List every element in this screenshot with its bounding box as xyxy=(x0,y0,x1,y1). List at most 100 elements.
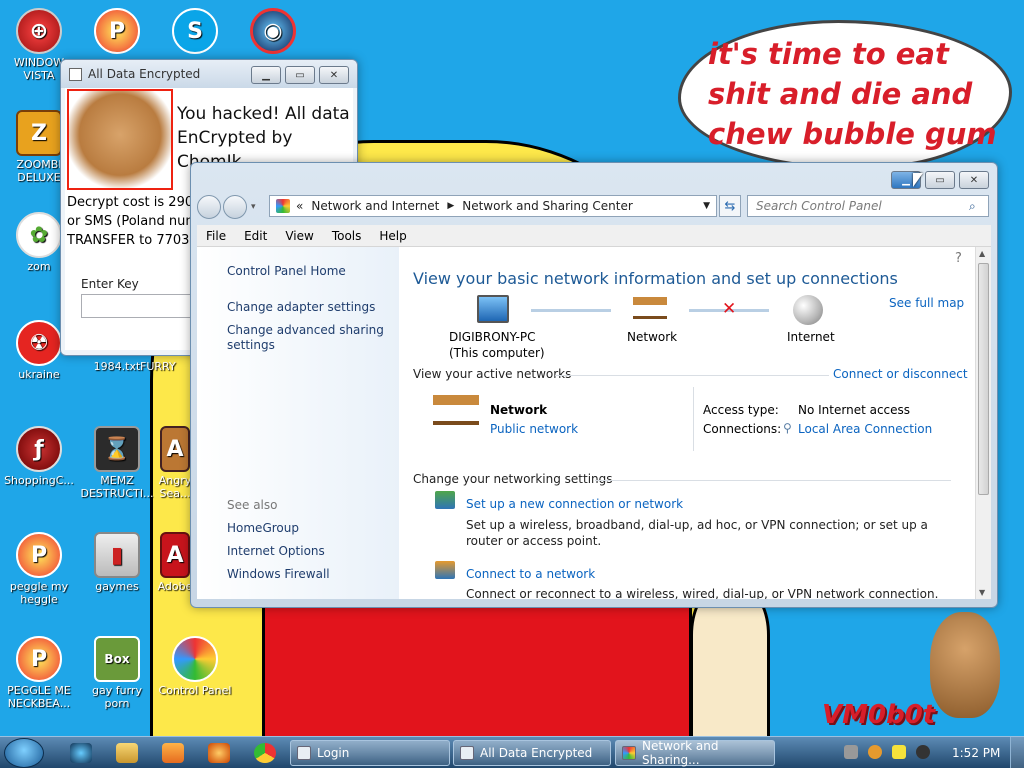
bench-icon[interactable] xyxy=(633,297,667,319)
address-root[interactable]: « xyxy=(296,199,303,213)
media-player-icon[interactable] xyxy=(162,743,184,763)
scroll-up-arrow-icon[interactable]: ▲ xyxy=(979,249,985,258)
ransom-body-line: Decrypt cost is 2900 xyxy=(67,195,202,210)
desktop-icon-gay-furry[interactable]: Box gay furry porn xyxy=(79,636,155,710)
desktop-icon-control-panel[interactable]: Control Panel xyxy=(157,636,233,697)
back-button[interactable] xyxy=(197,195,221,219)
map-pc-name: DIGIBRONY-PC xyxy=(449,330,536,344)
app-icon[interactable] xyxy=(208,743,230,763)
taskbar: Login All Data Encrypted Network and Sha… xyxy=(0,736,1024,768)
chrome-icon[interactable] xyxy=(254,743,276,763)
desktop-icon-label: Control Panel xyxy=(158,684,232,697)
desktop-icon-memz[interactable]: ⌛ MEMZ DESTRUCTI... xyxy=(79,426,155,500)
desktop-icon-shopping[interactable]: ƒ ShoppingC... xyxy=(1,426,77,487)
forward-button[interactable] xyxy=(223,195,247,219)
desktop-icon-label: peggle my heggle xyxy=(9,580,69,606)
menu-view[interactable]: View xyxy=(276,229,322,243)
tray-volume-icon[interactable] xyxy=(916,745,930,759)
change-advanced-sharing-link[interactable]: Change advanced sharing settings xyxy=(227,323,387,353)
search-input[interactable]: Search Control Panel xyxy=(747,195,989,217)
show-desktop-button[interactable] xyxy=(1010,737,1024,768)
taskbar-login-button[interactable]: Login xyxy=(290,740,450,766)
internet-globe-icon[interactable] xyxy=(793,295,823,325)
address-dropdown-icon[interactable]: ▼ xyxy=(703,201,710,211)
desktop-icon-label: PEGGLE ME NECKBEA... xyxy=(7,684,71,710)
globe-icon: ◉ xyxy=(250,8,296,54)
close-button[interactable]: ✕ xyxy=(319,66,349,84)
local-area-connection-link[interactable]: Local Area Connection xyxy=(798,422,932,436)
peggle-icon: P xyxy=(94,8,140,54)
refresh-button[interactable]: ⇆ xyxy=(719,195,741,217)
desktop-icon-gaymes[interactable]: ▮ gaymes xyxy=(79,532,155,593)
desktop-icon-furry[interactable]: FURRY xyxy=(140,360,192,373)
taskbar-network-button[interactable]: Network and Sharing... xyxy=(615,739,775,767)
network-icon xyxy=(622,746,636,760)
skype-icon: S xyxy=(172,8,218,54)
desktop-icon-peggle-neckbeard[interactable]: P PEGGLE ME NECKBEA... xyxy=(1,636,77,710)
maximize-button[interactable]: ▭ xyxy=(285,66,315,84)
tray-search-icon[interactable] xyxy=(868,745,882,759)
start-button[interactable] xyxy=(4,738,44,768)
change-adapter-settings-link[interactable]: Change adapter settings xyxy=(227,300,375,315)
recent-pages-icon[interactable]: ▾ xyxy=(251,202,256,212)
new-connection-icon[interactable] xyxy=(435,491,455,509)
windows-firewall-link[interactable]: Windows Firewall xyxy=(227,567,330,582)
computer-icon[interactable] xyxy=(477,295,509,323)
explorer-folder-icon[interactable] xyxy=(116,743,138,763)
connect-network-icon[interactable] xyxy=(435,561,455,579)
address-bar[interactable]: « Network and Internet ▶ Network and Sha… xyxy=(269,195,717,217)
window-app-icon xyxy=(69,67,82,81)
public-network-link[interactable]: Public network xyxy=(490,422,578,436)
setup-connection-link[interactable]: Set up a new connection or network xyxy=(466,497,683,511)
breadcrumb-network-internet[interactable]: Network and Internet xyxy=(311,199,439,213)
internet-explorer-icon[interactable] xyxy=(70,743,92,763)
vertical-scrollbar[interactable]: ▲ ▼ xyxy=(975,247,991,599)
menu-help[interactable]: Help xyxy=(370,229,415,243)
desktop-icon-label: gay furry porn xyxy=(92,684,142,710)
menu-edit[interactable]: Edit xyxy=(235,229,276,243)
network-bench-icon[interactable] xyxy=(433,395,479,425)
menu-tools[interactable]: Tools xyxy=(323,229,371,243)
homegroup-link[interactable]: HomeGroup xyxy=(227,521,299,536)
enter-key-label: Enter Key xyxy=(81,277,139,291)
maximize-button[interactable]: ▭ xyxy=(925,171,955,189)
breadcrumb-separator-icon[interactable]: ▶ xyxy=(447,201,454,211)
clock[interactable]: 1:52 PM xyxy=(952,746,1000,760)
taskbar-ransom-button[interactable]: All Data Encrypted xyxy=(453,740,611,766)
ransom-titlebar[interactable]: All Data Encrypted ▁ ▭ ✕ xyxy=(61,60,357,88)
login-icon xyxy=(297,746,311,760)
see-full-map-link[interactable]: See full map xyxy=(889,296,964,310)
desktop-icon-peggle-top[interactable]: P xyxy=(79,8,155,56)
desktop-icon-globe[interactable]: ◉ xyxy=(235,8,311,56)
desktop-icon-skype[interactable]: S xyxy=(157,8,233,56)
vertical-divider xyxy=(693,387,694,451)
desktop-icon-angry[interactable]: A Angry Sea... xyxy=(157,426,193,500)
connect-network-link[interactable]: Connect to a network xyxy=(466,567,595,581)
taskbar-button-label: Login xyxy=(317,746,350,760)
folder-icon: ▮ xyxy=(94,532,140,578)
internet-options-link[interactable]: Internet Options xyxy=(227,544,325,559)
access-type-value: No Internet access xyxy=(798,403,911,417)
search-icon[interactable]: ⌕ xyxy=(969,199,976,214)
radiation-icon: ☢ xyxy=(16,320,62,366)
map-network: Network xyxy=(627,330,678,344)
minimize-button[interactable]: ▁ xyxy=(251,66,281,84)
cp-titlebar[interactable] xyxy=(191,163,997,193)
desktop-icon-adobe[interactable]: A Adobe xyxy=(157,532,193,593)
scroll-down-arrow-icon[interactable]: ▼ xyxy=(979,588,985,597)
scroll-thumb[interactable] xyxy=(978,263,989,495)
control-panel-icon xyxy=(172,636,218,682)
control-panel-home-link[interactable]: Control Panel Home xyxy=(227,264,346,279)
help-icon[interactable]: ? xyxy=(955,251,962,266)
connect-disconnect-link[interactable]: Connect or disconnect xyxy=(833,367,968,381)
tray-network-icon[interactable] xyxy=(844,745,858,759)
menu-file[interactable]: File xyxy=(197,229,235,243)
breadcrumb-network-sharing[interactable]: Network and Sharing Center xyxy=(462,199,633,213)
hourglass-icon: ⌛ xyxy=(94,426,140,472)
desktop-icon-peggle-my-heggle[interactable]: P peggle my heggle xyxy=(1,532,77,606)
close-button[interactable]: ✕ xyxy=(959,171,989,189)
vista-bowl-icon: ⊕ xyxy=(16,8,62,54)
wallpaper-cream-shape xyxy=(690,590,770,740)
tray-flag-icon[interactable] xyxy=(892,745,906,759)
peggle-icon: P xyxy=(16,532,62,578)
